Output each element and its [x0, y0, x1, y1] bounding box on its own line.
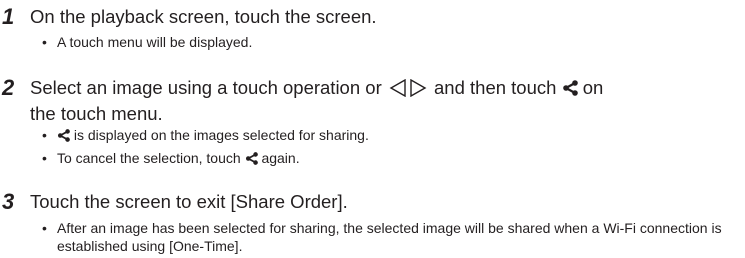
share-icon [57, 128, 70, 146]
bullet-text: again. [261, 150, 300, 166]
step-text-part: Select an image using a touch operation … [30, 77, 382, 98]
step-text-part: on [582, 77, 604, 98]
bullet-text: A touch menu will be displayed. [57, 34, 253, 50]
left-right-arrow-keys-icon [389, 78, 427, 102]
bullet-list: • is displayed on the images selected fo… [42, 126, 725, 168]
list-item: • A touch menu will be displayed. [42, 33, 725, 52]
list-item: • After an image has been selected for s… [42, 219, 725, 255]
step-text-part: the touch menu. [30, 103, 163, 124]
list-item: • is displayed on the images selected fo… [42, 126, 725, 145]
list-item: • To cancel the selection, touch again. [42, 149, 725, 168]
step-text: Touch the screen to exit [Share Order]. [30, 191, 348, 212]
bullet-dot: • [42, 150, 47, 166]
bullet-dot: • [42, 34, 47, 50]
step-text-part: and then touch [434, 77, 557, 98]
bullet-list: • After an image has been selected for s… [42, 219, 725, 255]
share-icon [562, 78, 578, 101]
step-number: 2 [2, 75, 15, 100]
bullet-text: After an image has been selected for sha… [57, 220, 722, 254]
step-text: On the playback screen, touch the screen… [30, 6, 377, 27]
bullet-dot: • [42, 127, 47, 143]
bullet-list: • A touch menu will be displayed. [42, 33, 725, 52]
step-number: 1 [2, 4, 15, 29]
bullet-text: To cancel the selection, touch [57, 150, 241, 166]
bullet-dot: • [42, 220, 47, 236]
step-text: Select an image using a touch operation … [30, 76, 741, 125]
bullet-text: is displayed on the images selected for … [73, 127, 369, 143]
step-number: 3 [2, 189, 15, 214]
share-icon [245, 151, 258, 169]
